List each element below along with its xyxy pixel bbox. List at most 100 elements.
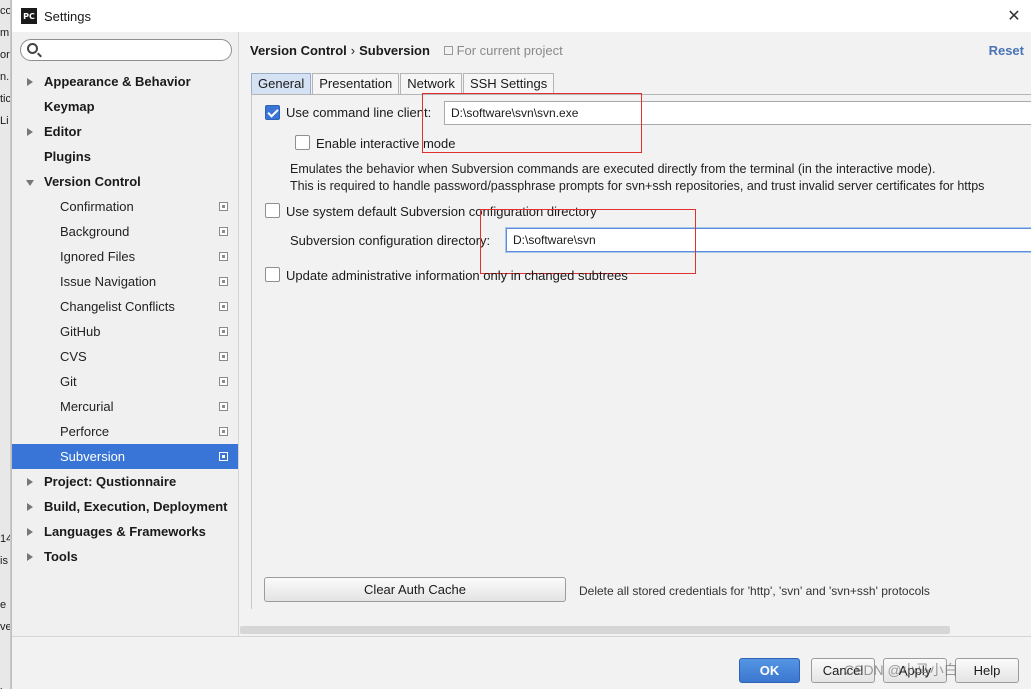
sidebar-item-background[interactable]: Background xyxy=(12,219,238,244)
use-default-config-dir-checkbox[interactable] xyxy=(265,203,280,218)
sidebar-item-build-execution-deployment[interactable]: Build, Execution, Deployment xyxy=(12,494,238,519)
config-dir-label: Subversion configuration directory: xyxy=(290,233,491,248)
sidebar-item-github[interactable]: GitHub xyxy=(12,319,238,344)
sidebar-item-label: Project: Qustionnaire xyxy=(44,474,177,489)
use-command-line-label: Use command line client: xyxy=(286,105,432,120)
sidebar-item-mercurial[interactable]: Mercurial xyxy=(12,394,238,419)
close-icon[interactable]: ✕ xyxy=(1004,6,1024,26)
project-scope-icon xyxy=(219,352,228,361)
edge-fragment xyxy=(0,330,10,352)
chevron-right-icon[interactable] xyxy=(27,553,33,561)
scope-label: For current project xyxy=(443,43,563,58)
command-line-path-field[interactable]: D:\software\svn\svn.exe xyxy=(444,101,1031,125)
sidebar-item-perforce[interactable]: Perforce xyxy=(12,419,238,444)
sidebar-item-cvs[interactable]: CVS xyxy=(12,344,238,369)
title-bar: PC Settings ✕ xyxy=(12,0,1031,32)
interactive-description-1: Emulates the behavior when Subversion co… xyxy=(290,162,936,176)
sidebar-item-appearance-behavior[interactable]: Appearance & Behavior xyxy=(12,69,238,94)
project-scope-icon xyxy=(219,452,228,461)
project-scope-icon xyxy=(219,252,228,261)
edge-fragment xyxy=(0,242,10,264)
edge-fragment xyxy=(0,484,10,506)
interactive-mode-label: Enable interactive mode xyxy=(316,136,456,151)
sidebar-item-git[interactable]: Git xyxy=(12,369,238,394)
chevron-down-icon[interactable] xyxy=(26,180,34,186)
chevron-right-icon[interactable] xyxy=(27,528,33,536)
edge-fragment: is xyxy=(0,555,8,567)
project-scope-icon xyxy=(219,277,228,286)
sidebar-item-label: Plugins xyxy=(44,149,91,164)
sidebar-item-subversion[interactable]: Subversion xyxy=(12,444,238,469)
settings-search[interactable] xyxy=(20,39,232,61)
horizontal-scrollbar[interactable] xyxy=(240,626,950,634)
background-window-edge: co m or n. tic Li 14 is e ve le xyxy=(0,0,11,689)
sidebar-item-label: Version Control xyxy=(44,174,141,189)
sidebar-item-label: Mercurial xyxy=(60,399,114,414)
interactive-description-2: This is required to handle password/pass… xyxy=(290,179,985,193)
sidebar-item-label: Editor xyxy=(44,124,82,139)
app-logo-icon: PC xyxy=(21,8,37,24)
tab-network[interactable]: Network xyxy=(400,73,462,94)
sidebar-item-label: Perforce xyxy=(60,424,110,439)
edge-fragment: n. xyxy=(0,71,10,83)
tab-presentation[interactable]: Presentation xyxy=(312,73,400,94)
edge-fragment xyxy=(0,154,10,176)
edge-fragment: 14 xyxy=(0,533,10,545)
reset-link[interactable]: Reset xyxy=(989,43,1024,58)
sidebar-item-plugins[interactable]: Plugins xyxy=(12,144,238,169)
sidebar-item-label: CVS xyxy=(60,349,87,364)
settings-dialog: PC Settings ✕ Appearance & Behavior Keyma… xyxy=(11,0,1031,689)
sidebar-item-label: Issue Navigation xyxy=(60,274,157,289)
search-icon xyxy=(27,43,38,54)
update-admin-info-label: Update administrative information only i… xyxy=(286,268,628,283)
edge-fragment xyxy=(0,418,10,440)
sidebar-item-label: Appearance & Behavior xyxy=(44,74,191,89)
tab-general[interactable]: General xyxy=(251,73,312,94)
chevron-right-icon[interactable] xyxy=(27,128,33,136)
clear-auth-cache-button[interactable]: Clear Auth Cache xyxy=(264,577,566,602)
config-dir-field[interactable]: D:\software\svn xyxy=(506,228,1031,252)
sidebar-item-issue-navigation[interactable]: Issue Navigation xyxy=(12,269,238,294)
edge-fragment: or xyxy=(0,49,10,61)
sidebar-item-keymap[interactable]: Keymap xyxy=(12,94,238,119)
sidebar-item-languages-frameworks[interactable]: Languages & Frameworks xyxy=(12,519,238,544)
use-default-config-dir-label: Use system default Subversion configurat… xyxy=(286,204,597,219)
sidebar-item-tools[interactable]: Tools xyxy=(12,544,238,569)
sidebar-item-changelist-conflicts[interactable]: Changelist Conflicts xyxy=(12,294,238,319)
edge-fragment xyxy=(0,440,10,462)
sidebar-item-label: Languages & Frameworks xyxy=(44,524,206,539)
update-admin-info-checkbox[interactable] xyxy=(265,267,280,282)
breadcrumb-separator: › xyxy=(350,43,356,58)
tab-ssh-settings[interactable]: SSH Settings xyxy=(462,73,555,94)
settings-content: Version Control › Subversion For current p… xyxy=(240,32,1031,636)
settings-tree: Appearance & Behavior Keymap Editor Plugins… xyxy=(12,69,238,569)
general-panel: Use command line client: D:\software\svn… xyxy=(251,93,1031,609)
edge-fragment xyxy=(0,660,10,682)
edge-fragment xyxy=(0,638,10,660)
sidebar-item-label: Ignored Files xyxy=(60,249,136,264)
edge-fragment xyxy=(0,396,10,418)
use-command-line-checkbox[interactable] xyxy=(265,105,280,120)
chevron-right-icon[interactable] xyxy=(27,78,33,86)
apply-button[interactable]: Apply xyxy=(883,658,947,683)
sidebar-item-confirmation[interactable]: Confirmation xyxy=(12,194,238,219)
sidebar-item-ignored-files[interactable]: Ignored Files xyxy=(12,244,238,269)
search-input[interactable] xyxy=(43,42,227,58)
edge-fragment xyxy=(0,572,10,594)
breadcrumb-version-control: Version Control xyxy=(250,43,347,58)
sidebar-item-label: Keymap xyxy=(44,99,95,114)
sidebar-item-project-qustionnaire[interactable]: Project: Qustionnaire xyxy=(12,469,238,494)
sidebar-item-editor[interactable]: Editor xyxy=(12,119,238,144)
project-scope-icon xyxy=(219,227,228,236)
chevron-right-icon[interactable] xyxy=(27,503,33,511)
help-button[interactable]: Help xyxy=(955,658,1019,683)
chevron-right-icon[interactable] xyxy=(27,478,33,486)
sidebar-item-version-control[interactable]: Version Control xyxy=(12,169,238,194)
edge-fragment xyxy=(0,308,10,330)
cancel-button[interactable]: Cancel xyxy=(811,658,875,683)
edge-fragment xyxy=(0,374,10,396)
project-scope-icon xyxy=(219,377,228,386)
sidebar-item-label: Confirmation xyxy=(60,199,134,214)
ok-button[interactable]: OK xyxy=(739,658,800,683)
interactive-mode-checkbox[interactable] xyxy=(295,135,310,150)
